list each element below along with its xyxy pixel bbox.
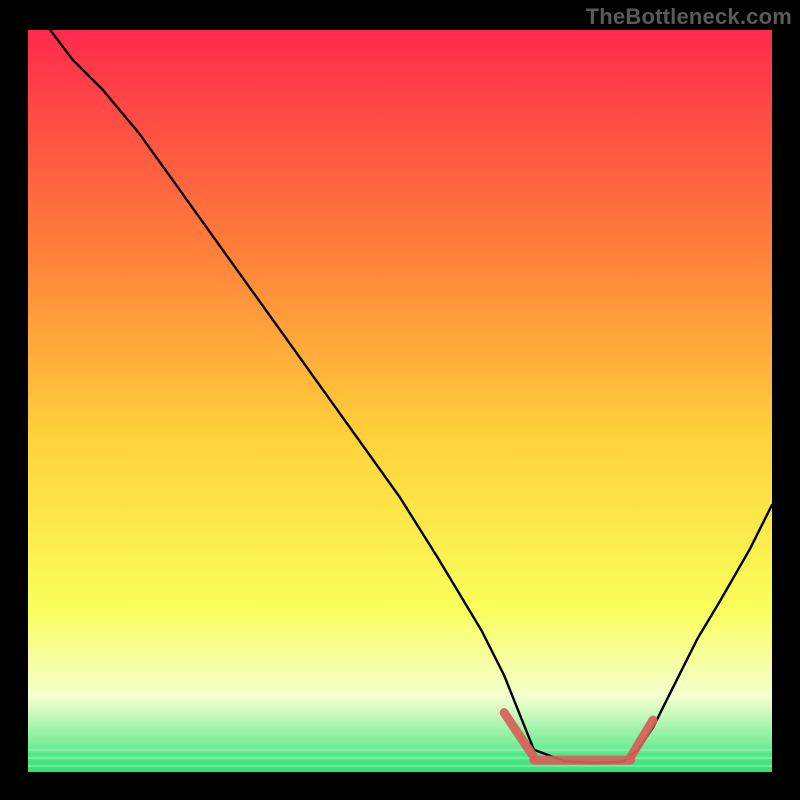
- watermark-label: TheBottleneck.com: [586, 4, 792, 30]
- chart-stage: TheBottleneck.com: [0, 0, 800, 800]
- bottleneck-chart: [0, 0, 800, 800]
- plot-area: [28, 30, 772, 772]
